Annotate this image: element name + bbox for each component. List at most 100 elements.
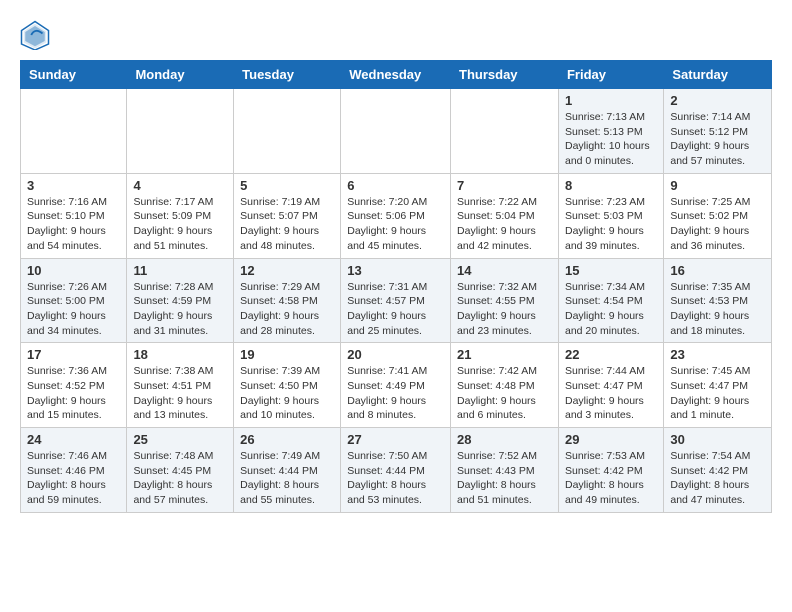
day-number: 2 [670, 93, 765, 108]
day-number: 27 [347, 432, 444, 447]
day-number: 6 [347, 178, 444, 193]
weekday-header: SundayMondayTuesdayWednesdayThursdayFrid… [21, 61, 772, 89]
calendar-day-cell [21, 89, 127, 174]
day-info: Sunrise: 7:14 AM Sunset: 5:12 PM Dayligh… [670, 110, 765, 169]
calendar-day-cell [127, 89, 234, 174]
calendar-day-cell: 7 Sunrise: 7:22 AM Sunset: 5:04 PM Daylig… [451, 173, 559, 258]
day-number: 28 [457, 432, 552, 447]
day-info: Sunrise: 7:44 AM Sunset: 4:47 PM Dayligh… [565, 364, 657, 423]
calendar-week-row: 17 Sunrise: 7:36 AM Sunset: 4:52 PM Dayli… [21, 343, 772, 428]
day-info: Sunrise: 7:23 AM Sunset: 5:03 PM Dayligh… [565, 195, 657, 254]
day-info: Sunrise: 7:16 AM Sunset: 5:10 PM Dayligh… [27, 195, 120, 254]
day-number: 16 [670, 263, 765, 278]
day-info: Sunrise: 7:36 AM Sunset: 4:52 PM Dayligh… [27, 364, 120, 423]
weekday-header-cell: Tuesday [234, 61, 341, 89]
day-info: Sunrise: 7:19 AM Sunset: 5:07 PM Dayligh… [240, 195, 334, 254]
calendar-day-cell: 20 Sunrise: 7:41 AM Sunset: 4:49 PM Dayli… [341, 343, 451, 428]
weekday-header-cell: Saturday [664, 61, 772, 89]
day-number: 19 [240, 347, 334, 362]
calendar-day-cell: 16 Sunrise: 7:35 AM Sunset: 4:53 PM Dayli… [664, 258, 772, 343]
calendar-day-cell: 29 Sunrise: 7:53 AM Sunset: 4:42 PM Dayli… [558, 428, 663, 513]
day-number: 11 [133, 263, 227, 278]
calendar-day-cell [234, 89, 341, 174]
calendar-day-cell: 17 Sunrise: 7:36 AM Sunset: 4:52 PM Dayli… [21, 343, 127, 428]
day-info: Sunrise: 7:45 AM Sunset: 4:47 PM Dayligh… [670, 364, 765, 423]
calendar: SundayMondayTuesdayWednesdayThursdayFrid… [20, 60, 772, 513]
day-info: Sunrise: 7:17 AM Sunset: 5:09 PM Dayligh… [133, 195, 227, 254]
calendar-week-row: 10Sunrise: 7:26 AM Sunset: 5:00 PM Dayli… [21, 258, 772, 343]
day-number: 26 [240, 432, 334, 447]
day-info: Sunrise: 7:25 AM Sunset: 5:02 PM Dayligh… [670, 195, 765, 254]
day-number: 10 [27, 263, 120, 278]
calendar-day-cell: 15 Sunrise: 7:34 AM Sunset: 4:54 PM Dayli… [558, 258, 663, 343]
day-number: 15 [565, 263, 657, 278]
day-number: 25 [133, 432, 227, 447]
day-info: Sunrise: 7:29 AM Sunset: 4:58 PM Dayligh… [240, 280, 334, 339]
day-number: 24 [27, 432, 120, 447]
day-info: Sunrise: 7:48 AM Sunset: 4:45 PM Dayligh… [133, 449, 227, 508]
day-info: Sunrise: 7:41 AM Sunset: 4:49 PM Dayligh… [347, 364, 444, 423]
weekday-header-cell: Sunday [21, 61, 127, 89]
calendar-body: 1Sunrise: 7:13 AM Sunset: 5:13 PM Daylig… [21, 89, 772, 513]
day-info: Sunrise: 7:35 AM Sunset: 4:53 PM Dayligh… [670, 280, 765, 339]
calendar-day-cell: 24 Sunrise: 7:46 AM Sunset: 4:46 PM Dayli… [21, 428, 127, 513]
day-number: 23 [670, 347, 765, 362]
calendar-day-cell: 4Sunrise: 7:17 AM Sunset: 5:09 PM Daylig… [127, 173, 234, 258]
day-number: 18 [133, 347, 227, 362]
day-number: 20 [347, 347, 444, 362]
calendar-day-cell: 27Sunrise: 7:50 AM Sunset: 4:44 PM Dayli… [341, 428, 451, 513]
weekday-header-cell: Monday [127, 61, 234, 89]
calendar-day-cell [451, 89, 559, 174]
calendar-day-cell: 1Sunrise: 7:13 AM Sunset: 5:13 PM Daylig… [558, 89, 663, 174]
day-info: Sunrise: 7:42 AM Sunset: 4:48 PM Dayligh… [457, 364, 552, 423]
calendar-day-cell: 19 Sunrise: 7:39 AM Sunset: 4:50 PM Dayli… [234, 343, 341, 428]
weekday-header-cell: Wednesday [341, 61, 451, 89]
calendar-day-cell: 23 Sunrise: 7:45 AM Sunset: 4:47 PM Dayli… [664, 343, 772, 428]
day-number: 29 [565, 432, 657, 447]
calendar-day-cell: 30Sunrise: 7:54 AM Sunset: 4:42 PM Dayli… [664, 428, 772, 513]
calendar-day-cell: 9 Sunrise: 7:25 AM Sunset: 5:02 PM Daylig… [664, 173, 772, 258]
day-number: 22 [565, 347, 657, 362]
day-info: Sunrise: 7:28 AM Sunset: 4:59 PM Dayligh… [133, 280, 227, 339]
day-info: Sunrise: 7:20 AM Sunset: 5:06 PM Dayligh… [347, 195, 444, 254]
day-info: Sunrise: 7:52 AM Sunset: 4:43 PM Dayligh… [457, 449, 552, 508]
calendar-day-cell: 5 Sunrise: 7:19 AM Sunset: 5:07 PM Daylig… [234, 173, 341, 258]
calendar-week-row: 24 Sunrise: 7:46 AM Sunset: 4:46 PM Dayli… [21, 428, 772, 513]
day-info: Sunrise: 7:53 AM Sunset: 4:42 PM Dayligh… [565, 449, 657, 508]
day-info: Sunrise: 7:31 AM Sunset: 4:57 PM Dayligh… [347, 280, 444, 339]
day-number: 12 [240, 263, 334, 278]
day-number: 30 [670, 432, 765, 447]
day-info: Sunrise: 7:38 AM Sunset: 4:51 PM Dayligh… [133, 364, 227, 423]
day-info: Sunrise: 7:49 AM Sunset: 4:44 PM Dayligh… [240, 449, 334, 508]
day-number: 3 [27, 178, 120, 193]
day-number: 9 [670, 178, 765, 193]
calendar-week-row: 3 Sunrise: 7:16 AM Sunset: 5:10 PM Daylig… [21, 173, 772, 258]
calendar-day-cell: 28 Sunrise: 7:52 AM Sunset: 4:43 PM Dayli… [451, 428, 559, 513]
header [20, 20, 772, 50]
calendar-day-cell: 10Sunrise: 7:26 AM Sunset: 5:00 PM Dayli… [21, 258, 127, 343]
day-number: 17 [27, 347, 120, 362]
weekday-header-cell: Thursday [451, 61, 559, 89]
calendar-day-cell: 21 Sunrise: 7:42 AM Sunset: 4:48 PM Dayli… [451, 343, 559, 428]
day-number: 7 [457, 178, 552, 193]
calendar-day-cell: 3 Sunrise: 7:16 AM Sunset: 5:10 PM Daylig… [21, 173, 127, 258]
calendar-day-cell: 12 Sunrise: 7:29 AM Sunset: 4:58 PM Dayli… [234, 258, 341, 343]
calendar-day-cell [341, 89, 451, 174]
calendar-day-cell: 26 Sunrise: 7:49 AM Sunset: 4:44 PM Dayli… [234, 428, 341, 513]
calendar-day-cell: 25 Sunrise: 7:48 AM Sunset: 4:45 PM Dayli… [127, 428, 234, 513]
calendar-day-cell: 8Sunrise: 7:23 AM Sunset: 5:03 PM Daylig… [558, 173, 663, 258]
day-info: Sunrise: 7:46 AM Sunset: 4:46 PM Dayligh… [27, 449, 120, 508]
day-info: Sunrise: 7:34 AM Sunset: 4:54 PM Dayligh… [565, 280, 657, 339]
day-number: 21 [457, 347, 552, 362]
logo-icon [20, 20, 50, 50]
day-info: Sunrise: 7:22 AM Sunset: 5:04 PM Dayligh… [457, 195, 552, 254]
day-info: Sunrise: 7:32 AM Sunset: 4:55 PM Dayligh… [457, 280, 552, 339]
day-number: 5 [240, 178, 334, 193]
day-number: 14 [457, 263, 552, 278]
calendar-week-row: 1Sunrise: 7:13 AM Sunset: 5:13 PM Daylig… [21, 89, 772, 174]
weekday-header-cell: Friday [558, 61, 663, 89]
calendar-day-cell: 11 Sunrise: 7:28 AM Sunset: 4:59 PM Dayli… [127, 258, 234, 343]
day-number: 13 [347, 263, 444, 278]
day-info: Sunrise: 7:39 AM Sunset: 4:50 PM Dayligh… [240, 364, 334, 423]
calendar-day-cell: 13 Sunrise: 7:31 AM Sunset: 4:57 PM Dayli… [341, 258, 451, 343]
